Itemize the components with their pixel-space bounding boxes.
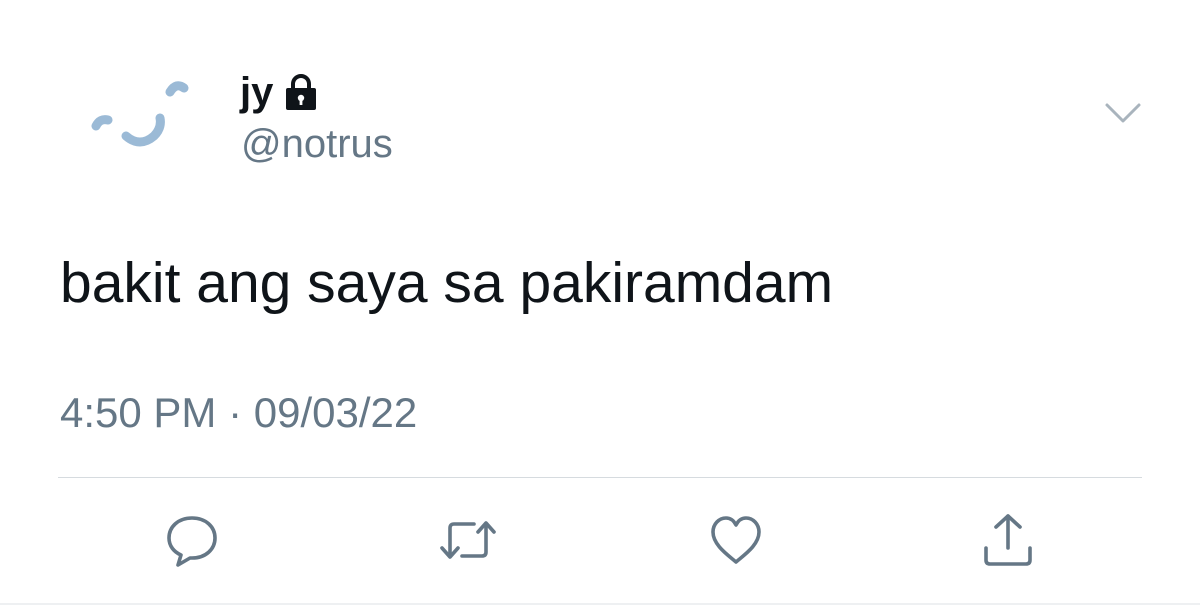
user-handle[interactable]: @notrus <box>241 122 393 166</box>
share-button[interactable] <box>976 508 1040 572</box>
reply-button[interactable] <box>160 508 224 572</box>
avatar-smile <box>121 113 165 147</box>
display-name[interactable]: jy <box>240 72 273 112</box>
heart-icon <box>711 516 761 564</box>
share-icon <box>984 514 1032 566</box>
retweet-button[interactable] <box>436 508 500 572</box>
action-bar <box>0 508 1200 572</box>
author-name-row[interactable]: jy <box>240 64 321 120</box>
avatar-right-eye <box>165 81 189 97</box>
lock-icon <box>286 74 317 110</box>
tweet-timestamp[interactable]: 4:50 PM · 09/03/22 <box>60 389 417 436</box>
divider <box>58 477 1142 478</box>
speech-bubble-icon <box>167 516 217 567</box>
avatar[interactable] <box>82 70 190 160</box>
avatar-left-eye <box>91 115 113 131</box>
tweet-text: bakit ang saya sa pakiramdam <box>60 251 834 315</box>
chevron-down-icon[interactable] <box>1104 100 1142 126</box>
like-button[interactable] <box>704 508 768 572</box>
retweet-icon <box>440 521 496 559</box>
